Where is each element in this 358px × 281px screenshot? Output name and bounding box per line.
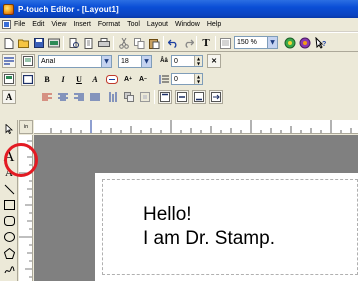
label-text-object[interactable]: Hello! I am Dr. Stamp. xyxy=(143,203,275,251)
zoom-select[interactable]: 150 % ▼ xyxy=(234,36,278,49)
subscript-icon[interactable]: A − xyxy=(136,72,150,86)
char-spacing-value: 0 xyxy=(174,57,178,65)
app-icon[interactable] xyxy=(3,3,14,15)
page-setup-icon[interactable] xyxy=(21,54,35,68)
copy-icon[interactable] xyxy=(132,36,146,50)
char-spacing-input[interactable]: 0 ▲ ▼ xyxy=(171,55,203,67)
cut-icon[interactable] xyxy=(117,36,131,50)
format-toolbar: Arial ▼ 18 ▼ Ââ 0 ▲▼ ✕ B I U A A+ A− xyxy=(0,53,358,120)
label-tape[interactable]: Hello! I am Dr. Stamp. xyxy=(95,173,358,281)
layout-properties-icon[interactable] xyxy=(298,36,312,50)
align-center-icon[interactable] xyxy=(56,90,70,104)
font-name-value: Arial xyxy=(41,58,56,65)
menu-window[interactable]: Window xyxy=(175,21,200,28)
rectangle-icon[interactable] xyxy=(2,198,16,212)
justify-icon[interactable] xyxy=(88,90,102,104)
line-icon[interactable] xyxy=(2,182,16,196)
zoom-value: 150 % xyxy=(237,39,257,46)
menu-layout[interactable]: Layout xyxy=(147,21,168,28)
database-icon[interactable] xyxy=(47,36,61,50)
help-icon[interactable]: ? xyxy=(313,36,327,50)
menu-view[interactable]: View xyxy=(51,21,66,28)
horizontal-ruler xyxy=(34,120,358,134)
line-spacing-value: 0 xyxy=(174,75,178,83)
menu-insert[interactable]: Insert xyxy=(73,21,91,28)
menu-file[interactable]: File xyxy=(14,21,25,28)
toolbar-separator xyxy=(163,36,164,50)
ellipse-icon[interactable] xyxy=(2,230,16,244)
toolbar-separator xyxy=(63,36,64,50)
open-icon[interactable] xyxy=(17,36,31,50)
zoom-icon[interactable] xyxy=(218,36,232,50)
group-icon[interactable] xyxy=(138,90,152,104)
document-icon[interactable] xyxy=(2,20,11,29)
title-bar[interactable]: P-touch Editor - [Layout1] xyxy=(0,0,358,18)
text-insert-icon[interactable]: T xyxy=(199,36,213,50)
char-spacing-icon: Ââ xyxy=(160,58,168,64)
fit-text-icon[interactable] xyxy=(209,90,223,104)
highlight-circle xyxy=(4,143,38,177)
superscript-icon[interactable]: A + xyxy=(121,72,135,86)
polygon-icon[interactable] xyxy=(2,246,16,260)
bold-icon[interactable]: B xyxy=(40,72,54,86)
undo-icon[interactable] xyxy=(166,36,180,50)
menu-help[interactable]: Help xyxy=(207,21,221,28)
frame-icon[interactable] xyxy=(21,72,35,86)
label-line-1: Hello! xyxy=(143,204,192,225)
object-properties-icon[interactable] xyxy=(283,36,297,50)
new-icon[interactable] xyxy=(2,36,16,50)
frame-text-icon[interactable] xyxy=(105,72,119,86)
font-size-value: 18 xyxy=(121,58,129,65)
property-dock-icon[interactable] xyxy=(2,54,16,68)
spinner-arrows-icon[interactable]: ▲ ▼ xyxy=(194,74,202,84)
text-properties-icon[interactable]: A xyxy=(2,90,16,104)
layout-canvas[interactable]: Hello! I am Dr. Stamp. xyxy=(34,135,358,281)
arrange-icon[interactable] xyxy=(122,90,136,104)
chevron-down-icon[interactable]: ▼ xyxy=(101,56,111,67)
align-left-icon[interactable] xyxy=(40,90,54,104)
align-right-icon[interactable] xyxy=(72,90,86,104)
preview-icon[interactable] xyxy=(82,36,96,50)
print-preview-icon[interactable] xyxy=(67,36,81,50)
close-toolbar-icon[interactable]: ✕ xyxy=(207,54,221,68)
line-spacing-icon xyxy=(157,72,171,86)
toolbar-separator xyxy=(196,36,197,50)
paste-icon[interactable] xyxy=(147,36,161,50)
label-line-2: I am Dr. Stamp. xyxy=(143,228,275,249)
svg-text:?: ? xyxy=(322,41,326,48)
menu-tool[interactable]: Tool xyxy=(127,21,140,28)
underline-icon[interactable]: U xyxy=(72,72,86,86)
chevron-down-icon[interactable]: ▼ xyxy=(267,37,277,48)
app-window: P-touch Editor - [Layout1] File Edit Vie… xyxy=(0,0,358,281)
valign-middle-icon[interactable] xyxy=(175,90,189,104)
italic-icon[interactable]: I xyxy=(56,72,70,86)
standard-toolbar: T 150 % ▼ ? xyxy=(0,32,358,52)
chevron-down-icon[interactable]: ▼ xyxy=(141,56,151,67)
freehand-icon[interactable] xyxy=(2,262,16,276)
menu-edit[interactable]: Edit xyxy=(32,21,44,28)
pointer-icon[interactable] xyxy=(2,122,16,136)
menu-bar: File Edit View Insert Format Tool Layout… xyxy=(0,18,358,32)
property-panel-icon[interactable] xyxy=(2,72,16,86)
save-icon[interactable] xyxy=(32,36,46,50)
toolbar-separator xyxy=(154,90,155,104)
vertical-align-icon[interactable] xyxy=(106,90,120,104)
menu-format[interactable]: Format xyxy=(98,21,120,28)
rounded-rectangle-icon[interactable] xyxy=(2,214,16,228)
ruler-unit: in xyxy=(19,120,33,134)
redo-icon[interactable] xyxy=(181,36,195,50)
font-name-select[interactable]: Arial ▼ xyxy=(38,55,112,68)
valign-bottom-icon[interactable] xyxy=(192,90,206,104)
outline-icon[interactable]: A xyxy=(88,72,102,86)
spinner-arrows-icon[interactable]: ▲ ▼ xyxy=(194,56,202,66)
window-title: P-touch Editor - [Layout1] xyxy=(18,4,119,14)
toolbar-separator xyxy=(113,36,114,50)
toolbar-separator xyxy=(215,36,216,50)
font-size-select[interactable]: 18 ▼ xyxy=(118,55,152,68)
print-icon[interactable] xyxy=(97,36,111,50)
valign-top-icon[interactable] xyxy=(158,90,172,104)
line-spacing-input[interactable]: 0 ▲ ▼ xyxy=(171,73,203,85)
